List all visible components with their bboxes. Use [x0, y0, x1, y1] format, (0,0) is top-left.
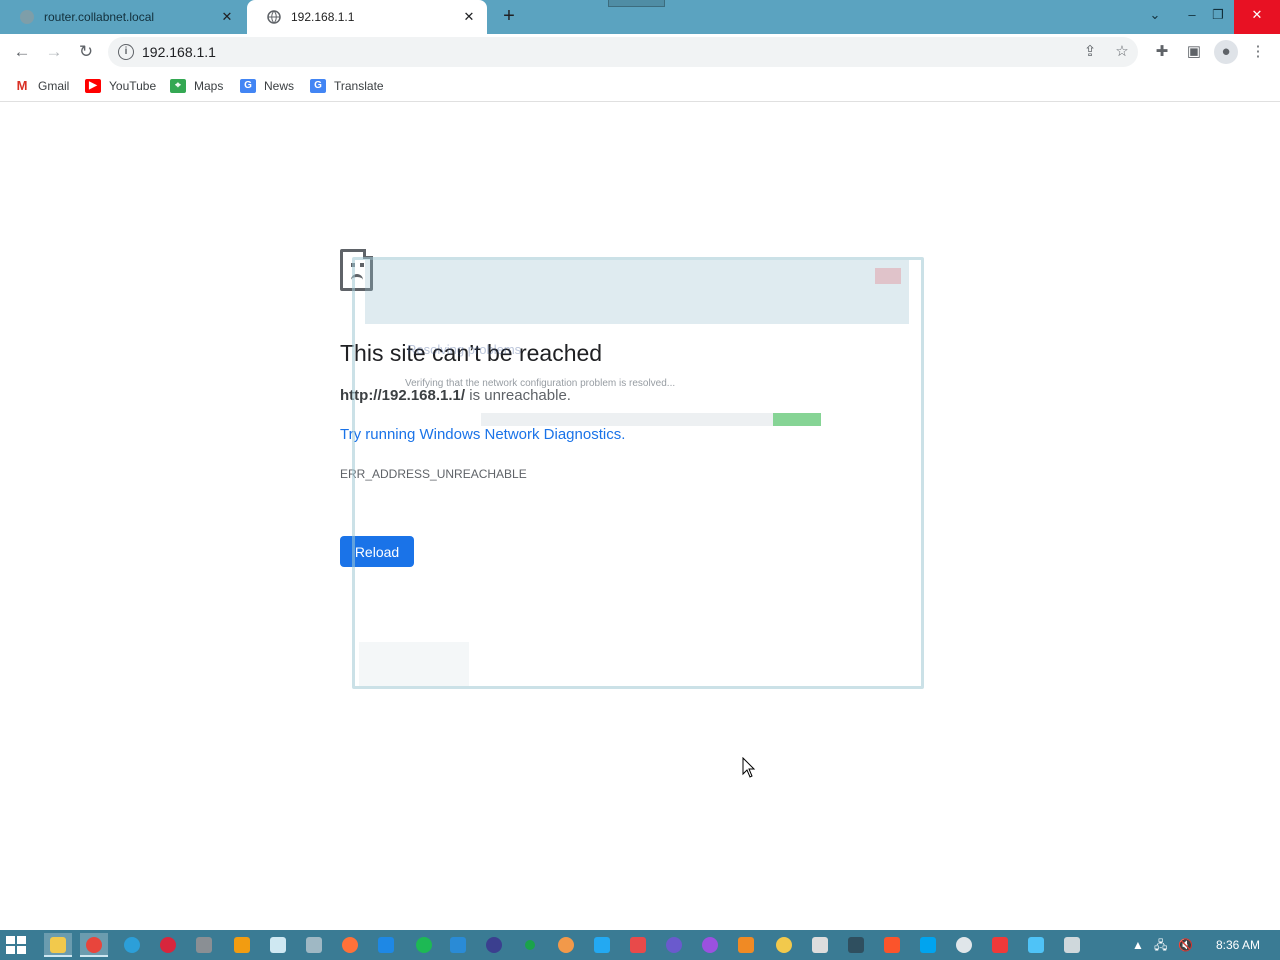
video-editor-icon[interactable] [806, 933, 834, 957]
progress-fill [773, 413, 821, 426]
diagnostics-close-icon[interactable] [875, 268, 901, 284]
bookmark-label: Translate [334, 79, 384, 93]
diagnostics-title-bar [365, 260, 909, 324]
tab-title: 192.168.1.1 [291, 10, 355, 24]
tab-router-collabnet[interactable]: router.collabnet.local ✕ [0, 0, 245, 34]
error-url-suffix: is unreachable. [465, 387, 571, 404]
bookmark-label: Gmail [38, 79, 70, 93]
error-url-line: http://192.168.1.1/ is unreachable. [340, 387, 571, 404]
control-panel-icon[interactable] [300, 933, 328, 957]
network-app-icon[interactable] [1058, 933, 1086, 957]
file-explorer-icon[interactable] [44, 933, 72, 957]
news-icon: G [240, 79, 256, 93]
bookmark-maps[interactable]: ⌖ Maps [170, 75, 223, 97]
bookmark-label: News [264, 79, 295, 93]
translate-icon: G [310, 79, 326, 93]
error-title: This site can’t be reached [340, 340, 603, 366]
taskbar-clock[interactable]: 8:36 AM [1216, 930, 1260, 960]
raccoon-icon[interactable] [190, 933, 218, 957]
globe-icon [267, 10, 281, 24]
reload-button[interactable]: Reload [340, 536, 414, 567]
browser-toolbar: ← → ↻ i ⇪ ☆ ✚ ▣ ● ⋮ [0, 34, 1280, 71]
paint-icon[interactable] [696, 933, 724, 957]
ghost-app-icon[interactable] [660, 933, 688, 957]
close-icon[interactable]: ✕ [219, 9, 235, 25]
error-code: ERR_ADDRESS_UNREACHABLE [340, 467, 527, 481]
spotify-icon[interactable] [410, 933, 438, 957]
vlc-icon[interactable] [732, 933, 760, 957]
leaf-icon[interactable] [516, 933, 544, 957]
bookmark-label: YouTube [109, 79, 157, 93]
chrome-icon[interactable] [80, 933, 108, 957]
tab-title: router.collabnet.local [44, 10, 155, 24]
browser-window: router.collabnet.local ✕ 192.168.1.1 ✕ +… [0, 0, 1280, 960]
snap-indicator [608, 0, 665, 7]
window-close-icon[interactable]: ✕ [1234, 0, 1280, 34]
url-input[interactable] [142, 37, 1042, 67]
bookmark-gmail[interactable]: M Gmail [14, 75, 70, 97]
bookmark-star-icon[interactable]: ☆ [1112, 42, 1132, 62]
new-tab-icon[interactable]: + [498, 6, 520, 28]
snipping-icon[interactable] [264, 933, 292, 957]
bookmark-youtube[interactable]: ▶ YouTube [85, 75, 156, 97]
drive-icon[interactable] [770, 933, 798, 957]
error-page: This site can’t be reached http://192.16… [0, 102, 1280, 930]
brave-icon[interactable] [878, 933, 906, 957]
network-diagnostics-link[interactable]: Try running Windows Network Diagnostics. [340, 426, 625, 443]
tab-strip: router.collabnet.local ✕ 192.168.1.1 ✕ +… [0, 0, 1280, 34]
edge-icon[interactable] [118, 933, 146, 957]
globe-icon [20, 10, 34, 24]
opera-icon[interactable] [154, 933, 182, 957]
extensions-icon[interactable]: ✚ [1150, 40, 1174, 64]
bookmark-translate[interactable]: G Translate [310, 75, 384, 97]
diagnostics-progress-bar [481, 413, 821, 426]
gmail-icon: M [16, 78, 28, 93]
tab-search-icon[interactable]: ⌄ [1138, 0, 1172, 34]
maps-icon: ⌖ [170, 79, 186, 93]
menu-icon[interactable]: ⋮ [1246, 40, 1270, 64]
camera-icon[interactable] [624, 933, 652, 957]
app-icon[interactable] [372, 933, 400, 957]
restore-icon[interactable]: ❐ [1201, 0, 1235, 34]
monitor-icon[interactable] [842, 933, 870, 957]
tab-192-168-1-1[interactable]: 192.168.1.1 ✕ [247, 0, 487, 34]
vscode-icon[interactable] [588, 933, 616, 957]
bookmark-news[interactable]: G News [240, 75, 294, 97]
bookmark-label: Maps [194, 79, 224, 93]
reload-icon[interactable]: ↻ [74, 40, 98, 64]
bookmarks-bar: M Gmail ▶ YouTube ⌖ Maps G News G Transl… [0, 71, 1280, 102]
diagnostics-footer [359, 642, 469, 686]
tools-icon[interactable] [1022, 933, 1050, 957]
side-panel-icon[interactable]: ▣ [1182, 40, 1206, 64]
app-window-icon[interactable] [914, 933, 942, 957]
search-tool-icon[interactable] [228, 933, 256, 957]
site-info-icon[interactable]: i [118, 44, 134, 60]
sad-page-icon [340, 249, 373, 291]
shield-icon[interactable] [552, 933, 580, 957]
profile-avatar[interactable]: ● [1214, 40, 1238, 64]
privacy-icon[interactable] [480, 933, 508, 957]
firefox-icon[interactable] [336, 933, 364, 957]
sphere-icon[interactable] [950, 933, 978, 957]
forward-icon[interactable]: → [42, 40, 66, 64]
network-status-icon[interactable]: 🖧 [1154, 935, 1167, 955]
vivaldi-icon[interactable] [986, 933, 1014, 957]
windows-start-icon[interactable] [6, 936, 26, 954]
youtube-icon: ▶ [85, 79, 101, 93]
mouse-cursor-icon [742, 757, 756, 778]
share-icon[interactable]: ⇪ [1080, 42, 1100, 62]
windows-taskbar: ▲ 🖧 🔇 8:36 AM [0, 930, 1280, 960]
close-icon[interactable]: ✕ [461, 9, 477, 25]
volume-muted-icon[interactable]: 🔇 [1178, 935, 1193, 955]
tray-chevron-icon[interactable]: ▲ [1132, 935, 1144, 955]
address-bar[interactable]: i ⇪ ☆ [108, 37, 1138, 67]
error-url: http://192.168.1.1/ [340, 387, 466, 404]
back-icon[interactable]: ← [10, 40, 34, 64]
sublime-icon[interactable] [444, 933, 472, 957]
